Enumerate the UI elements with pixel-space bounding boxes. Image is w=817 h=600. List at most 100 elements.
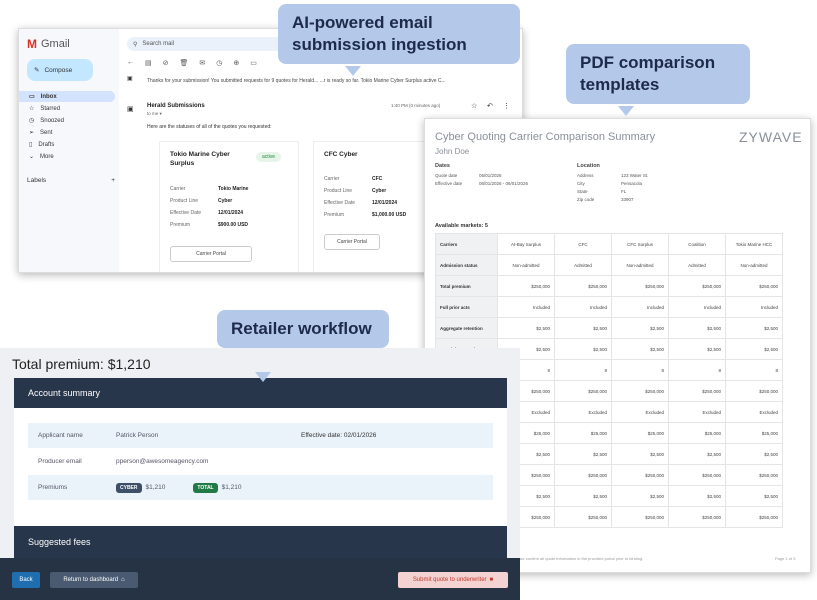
nav-snoozed[interactable]: ◷ Snoozed (19, 115, 115, 126)
delete-icon[interactable]: 🗑 (180, 59, 189, 67)
value-cell: Excluded (725, 401, 783, 423)
snooze-icon[interactable]: ◷ (216, 59, 222, 67)
table-row: Total premium $250,000 $250,000 $250,000 $25… (435, 275, 783, 297)
quote-card-title: CFC Cyber (324, 151, 358, 158)
suggested-fees-header[interactable]: Suggested fees (14, 526, 507, 558)
back-arrow-icon[interactable]: ← (127, 59, 134, 67)
nav-more[interactable]: ⌄ More (19, 151, 115, 162)
pdf-kv: Address 123 Water St. (577, 173, 648, 178)
preview-text: Thanks for your submission! You submitte… (147, 78, 446, 84)
pdf-kv-value: 33907 (621, 197, 634, 202)
quote-card-title: Tokio Marine Cyber Surplus (170, 151, 230, 167)
clock-icon: ◷ (29, 118, 35, 124)
send-icon: ➢ (29, 130, 35, 136)
quote-row: Carrier Tokio Marine (170, 186, 248, 192)
total-premium: Total premium: $1,210 (12, 356, 151, 372)
premiums-row: Premiums CYBER $1,210 TOTAL $1,210 (28, 475, 493, 500)
nav-sent-label: Sent (40, 129, 53, 136)
value-cell: Excluded (554, 401, 612, 423)
move-icon[interactable]: ▭ (250, 59, 257, 67)
applicant-value: Patrick Person (116, 432, 159, 439)
nav-starred[interactable]: ☆ Starred (19, 103, 115, 114)
callout-email-text: AI-powered email submission ingestion (292, 13, 467, 54)
value-cell: $2,500 (497, 317, 555, 339)
gmail-app-name: Gmail (41, 38, 70, 50)
pdf-kv: Effective date 06/01/2026 - 06/01/2026 (435, 181, 528, 186)
value-cell: $2,500 (554, 485, 612, 507)
quote-row: Premium $900.00 USD (170, 222, 248, 228)
status-badge: active (256, 152, 282, 162)
compose-button[interactable]: ✎ Compose (27, 59, 93, 81)
row-label-cell: Full prior acts (435, 296, 498, 318)
carrier-header-cell: Coalition (668, 233, 726, 255)
quote-row: Carrier CFC (324, 176, 382, 182)
value-cell: $2,500 (611, 443, 669, 465)
applicant-row: Applicant name Patrick Person Effective … (28, 423, 493, 448)
labels-heading: Labels (27, 177, 47, 184)
table-header-row: Carriers At-Bay Surplus CFC CFC Surplus Coal… (435, 233, 783, 255)
chevron-down-icon: ⌄ (29, 154, 35, 160)
total-premium-value: $1,210 (221, 484, 242, 491)
nav-drafts[interactable]: ▯ Drafts (19, 139, 115, 150)
value-cell: $250,000 (668, 380, 726, 402)
value-cell: $250,000 (554, 380, 612, 402)
callout-retailer-workflow: Retailer workflow (217, 310, 389, 348)
value-cell: $2,500 (725, 338, 783, 360)
nav-sent[interactable]: ➢ Sent (19, 127, 115, 138)
cyber-badge: CYBER (116, 482, 142, 493)
add-task-icon[interactable]: ⊕ (233, 59, 239, 67)
carrier-header-cell: CFC Surplus (611, 233, 669, 255)
pdf-dates-heading: Dates (435, 163, 450, 169)
gmail-logo[interactable]: M Gmail (27, 37, 70, 51)
value-cell: $250,000 (554, 464, 612, 486)
nav-starred-label: Starred (40, 105, 61, 112)
add-label-button[interactable]: + (111, 177, 115, 184)
quote-row-value: 12/01/2024 (372, 200, 398, 206)
quote-row-value: CFC (372, 176, 383, 182)
value-cell: Included (611, 296, 669, 318)
value-cell: Admitted (554, 254, 612, 276)
value-cell: $25,000 (668, 422, 726, 444)
more-vert-icon[interactable]: ⋮ (503, 102, 510, 110)
pdf-kv-value: FL (621, 189, 627, 194)
quote-row-value: 12/01/2024 (218, 210, 244, 216)
value-cell: $250,000 (611, 506, 669, 528)
gmail-m-icon: M (27, 37, 37, 51)
value-cell: $2,500 (668, 317, 726, 339)
search-placeholder: Search mail (142, 41, 175, 47)
value-cell: Non-admitted (497, 254, 555, 276)
recipient-dropdown[interactable]: to me ▾ (147, 111, 162, 117)
value-cell: $2,500 (668, 485, 726, 507)
cyber-premium: $1,210 (145, 484, 166, 491)
callout-pdf-text: PDF comparison templates (580, 53, 716, 94)
return-dashboard-button[interactable]: Return to dashboard ⌂ (50, 572, 138, 588)
submit-quote-button[interactable]: Submit quote to underwriter ■ (398, 572, 508, 588)
reply-icon[interactable]: ↶ (487, 102, 493, 110)
quote-row-key: Product Line (324, 188, 353, 194)
quote-row-value: Tokio Marine (218, 186, 249, 192)
pdf-insured-name: John Doe (435, 147, 470, 156)
value-cell: $250,000 (611, 275, 669, 297)
row-label-cell: Aggregate retention (435, 317, 498, 339)
pdf-kv-value: 123 Water St. (621, 173, 649, 178)
sender-avatar: ▣ (127, 106, 134, 113)
pdf-kv-value: 06/01/2026 - 06/01/2026 (479, 181, 529, 186)
value-cell: $2,500 (554, 317, 612, 339)
value-cell: Admitted (668, 254, 726, 276)
back-button[interactable]: Back (12, 572, 40, 588)
row-label-cell: Admission status (435, 254, 498, 276)
pdf-page-number: Page 1 of 3 (775, 556, 796, 561)
carrier-portal-button[interactable]: Carrier Portal (170, 246, 252, 262)
pdf-kv-value: Pensacola (621, 181, 643, 186)
nav-drafts-label: Drafts (38, 141, 55, 148)
archive-icon[interactable]: ▤ (145, 59, 152, 67)
mark-unread-icon[interactable]: ✉ (199, 59, 205, 67)
quote-row-key: Premium (170, 222, 191, 228)
nav-inbox[interactable]: ▭ Inbox (19, 91, 115, 102)
value-cell: 8 (725, 359, 783, 381)
star-icon[interactable]: ☆ (471, 102, 477, 110)
premiums-label: Premiums (38, 484, 68, 491)
email-intro: Here are the statuses of all of the quot… (147, 124, 272, 130)
report-icon[interactable]: ⊘ (163, 59, 169, 67)
carrier-portal-button[interactable]: Carrier Portal (324, 234, 380, 250)
